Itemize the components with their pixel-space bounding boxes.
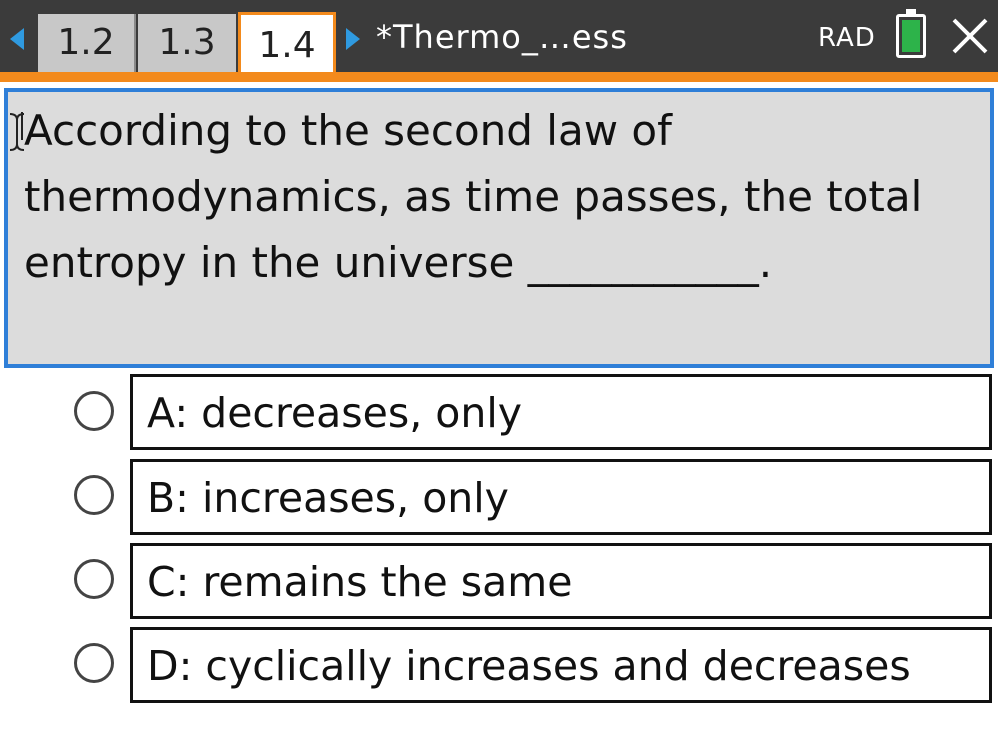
choice-a[interactable]: A: decreases, only <box>130 374 992 450</box>
choice-c[interactable]: C: remains the same <box>130 543 992 619</box>
question-text: According to the second law of thermodyn… <box>24 106 923 287</box>
close-icon[interactable] <box>950 14 990 58</box>
active-tab-underline <box>0 72 998 82</box>
tab-page-1-2[interactable]: 1.2 <box>38 14 136 72</box>
document-title[interactable]: *Thermo_…ess <box>376 14 628 60</box>
choice-a-radio[interactable] <box>74 391 114 431</box>
top-toolbar: 1.2 1.3 1.4 *Thermo_…ess RAD <box>0 0 998 82</box>
choice-d[interactable]: D: cyclically increases and decreases <box>130 627 992 703</box>
battery-icon <box>896 9 926 58</box>
angle-mode-indicator: RAD <box>818 23 876 53</box>
tab-page-1-3[interactable]: 1.3 <box>138 14 236 72</box>
choice-b-radio[interactable] <box>74 475 114 515</box>
next-page-arrow-icon[interactable] <box>346 28 360 50</box>
previous-page-arrow-icon[interactable] <box>10 28 24 50</box>
choice-d-radio[interactable] <box>74 643 114 683</box>
question-box[interactable]: According to the second law of thermodyn… <box>4 88 994 368</box>
choice-b[interactable]: B: increases, only <box>130 459 992 535</box>
choice-c-radio[interactable] <box>74 559 114 599</box>
